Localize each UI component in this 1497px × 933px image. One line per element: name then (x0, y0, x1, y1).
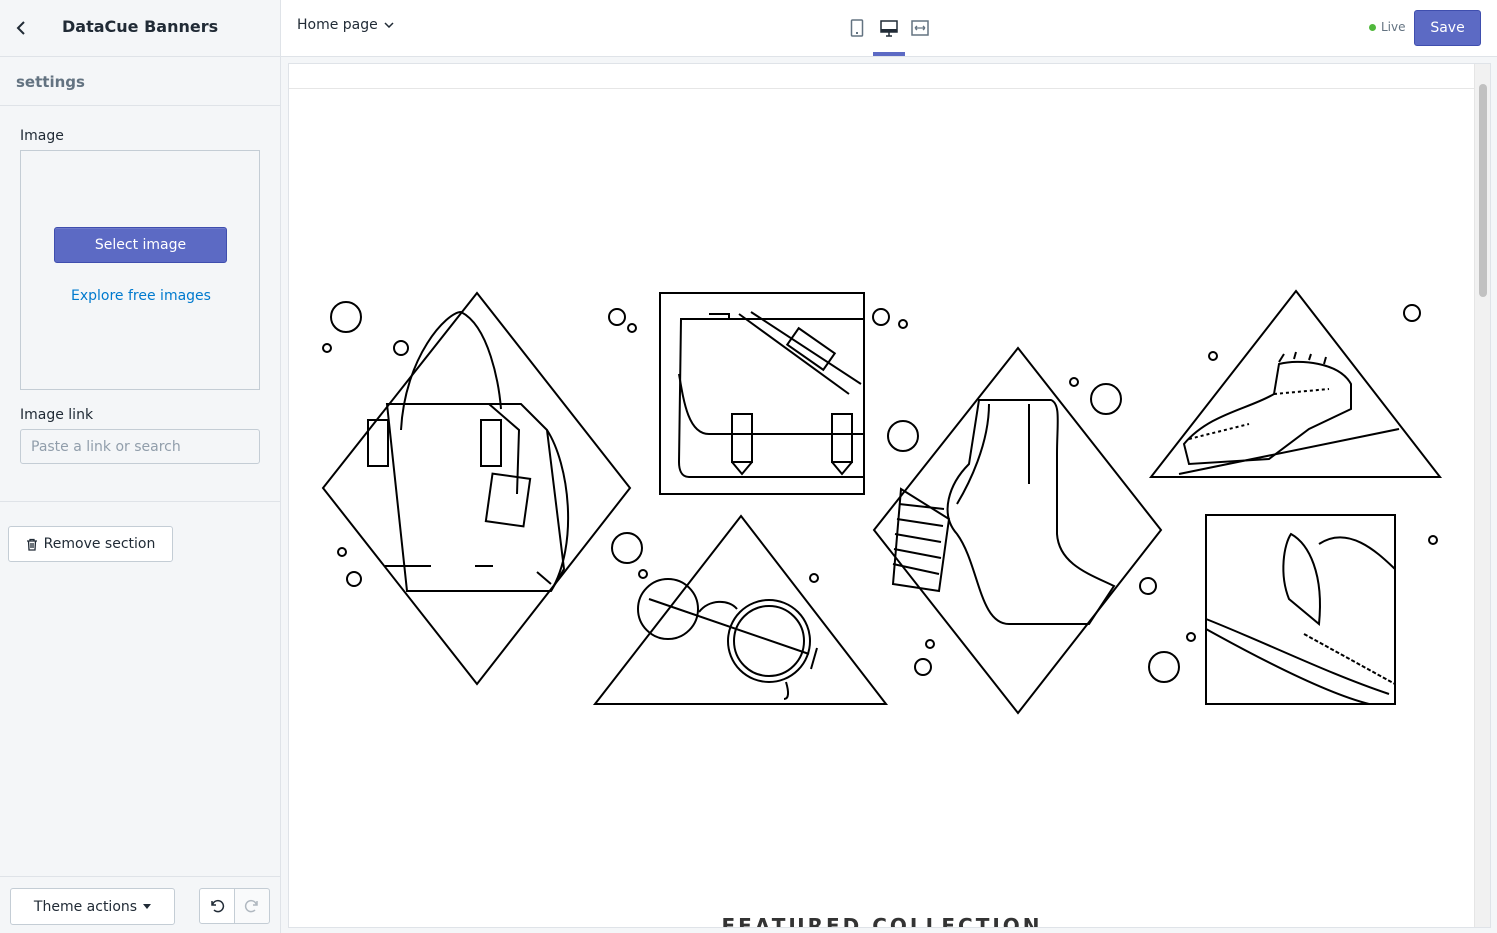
settings-header: settings (0, 57, 280, 106)
feather-square (1148, 514, 1438, 705)
shoe-triangle (1148, 289, 1443, 478)
live-dot-icon (1369, 23, 1376, 31)
image-link-input[interactable] (20, 429, 260, 464)
featured-collection-heading: FEATURED COLLECTION (721, 914, 1043, 928)
sidebar-header: DataCue Banners (0, 0, 280, 57)
boot-diamond (872, 346, 1163, 715)
save-button[interactable]: Save (1414, 10, 1481, 46)
desktop-view-button[interactable] (873, 14, 905, 42)
desktop-icon (880, 19, 898, 37)
chevron-left-icon (16, 21, 25, 35)
store-preview: FEATURED COLLECTION (288, 63, 1491, 928)
image-link-label: Image link (20, 407, 94, 423)
glasses-triangle (592, 514, 889, 705)
sidebar-footer: Theme actions (0, 876, 280, 933)
image-picker: Select image Explore free images (20, 150, 260, 390)
mobile-icon (850, 19, 864, 37)
editor-topbar: Home page Live Save (281, 0, 1497, 57)
page-selector[interactable]: Home page (297, 17, 394, 33)
caret-down-icon (143, 904, 152, 909)
theme-actions-button[interactable]: Theme actions (10, 888, 175, 925)
chevron-down-icon (384, 22, 394, 28)
briefcase-square (608, 292, 908, 495)
divider (0, 501, 280, 502)
page-selector-value: Home page (297, 17, 378, 33)
remove-section-button[interactable]: Remove section (8, 526, 173, 562)
select-image-button[interactable]: Select image (54, 227, 227, 263)
remove-section-label: Remove section (43, 536, 156, 552)
redo-button[interactable] (234, 888, 270, 924)
live-status: Live (1369, 20, 1406, 34)
full-width-view-button[interactable] (904, 14, 936, 42)
banner-illustration (321, 289, 1443, 715)
scrollbar-thumb[interactable] (1479, 84, 1487, 297)
settings-label: settings (16, 73, 85, 91)
image-label: Image (20, 128, 64, 144)
section-title: DataCue Banners (62, 17, 219, 36)
redo-icon (244, 899, 258, 913)
mobile-view-button[interactable] (841, 14, 873, 42)
handbag-diamond (321, 291, 632, 686)
undo-button[interactable] (199, 888, 235, 924)
trash-icon (26, 538, 37, 551)
back-button[interactable] (10, 16, 32, 40)
live-status-label: Live (1381, 20, 1406, 34)
explore-free-images-link[interactable]: Explore free images (21, 288, 261, 304)
preview-scrollbar[interactable] (1474, 64, 1490, 927)
active-device-indicator (873, 52, 905, 56)
theme-actions-label: Theme actions (33, 898, 138, 915)
undo-icon (211, 899, 225, 913)
full-width-icon (911, 20, 929, 36)
editor-sidebar: DataCue Banners settings Image Select im… (0, 0, 281, 933)
